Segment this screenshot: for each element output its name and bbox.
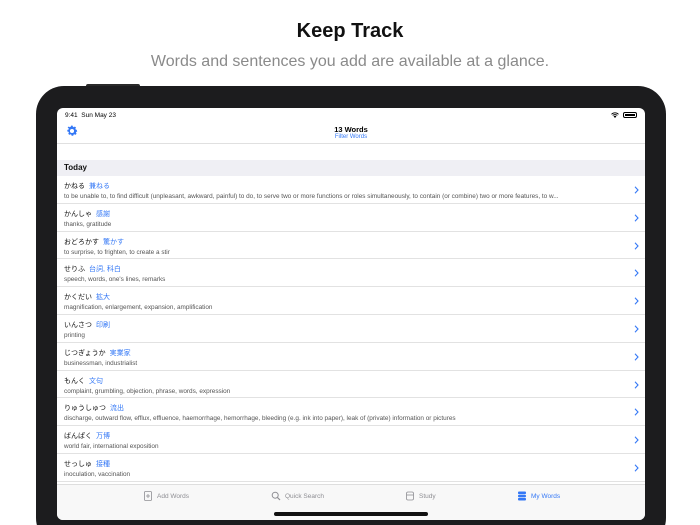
word-kanji: 流出 <box>110 405 124 413</box>
word-kana: せっしゅ <box>64 460 92 468</box>
word-heading: りゅうしゅつ 流出 <box>64 398 631 413</box>
word-kanji: 台詞, 科白 <box>89 266 121 274</box>
chevron-right-icon <box>634 353 639 361</box>
word-heading: じつぎょうか 実業家 <box>64 343 631 358</box>
chevron-right-icon <box>634 297 639 305</box>
word-kanji: 拡大 <box>96 294 110 302</box>
status-bar: 9:41 Sun May 23 <box>57 108 645 122</box>
search-icon <box>271 491 281 501</box>
word-kanji: 実業家 <box>109 349 131 357</box>
word-row[interactable]: じつぎょうか 実業家 businessman, industrialist <box>57 343 645 371</box>
status-time: 9:41 Sun May 23 <box>65 111 116 119</box>
chevron-right-icon <box>634 214 639 222</box>
word-row[interactable]: もんく 文句 complaint, grumbling, objection, ph… <box>57 371 645 399</box>
word-kanji: 兼ねる <box>89 183 110 190</box>
word-heading: おどろかす 驚かす <box>64 232 631 247</box>
wifi-icon <box>611 112 619 118</box>
chevron-right-icon <box>634 381 639 389</box>
tab-study[interactable]: Study <box>405 491 436 501</box>
word-kana: じつぎょうか <box>64 349 106 357</box>
word-heading: ばんぱく 万博 <box>64 426 631 441</box>
word-heading: いんさつ 印刷 <box>64 315 631 330</box>
word-meaning: speech, words, one's lines, remarks <box>64 276 166 284</box>
tab-my-words[interactable]: My Words <box>517 491 560 501</box>
word-kana: もんく <box>64 377 85 385</box>
word-kana: かねる <box>64 183 85 190</box>
word-kanji: 感謝 <box>96 210 110 218</box>
tab-quick-search[interactable]: Quick Search <box>271 491 324 501</box>
word-kanji: 万博 <box>96 433 110 441</box>
word-meaning: inoculation, vaccination <box>64 470 131 478</box>
tab-bar: Add Words Quick Search Study My Words <box>57 484 645 520</box>
word-kana: りゅうしゅつ <box>64 405 106 413</box>
word-heading: せりふ 台詞, 科白 <box>64 259 631 274</box>
tab-my-words-label: My Words <box>531 492 561 500</box>
chevron-right-icon <box>634 408 639 416</box>
word-heading: かねる 兼ねる <box>64 176 631 191</box>
word-kanji: 接種 <box>96 460 110 468</box>
chevron-right-icon <box>634 186 639 194</box>
word-heading: かくだい 拡大 <box>64 287 631 302</box>
stack-icon <box>518 491 526 501</box>
word-row[interactable]: りゅうしゅつ 流出 discharge, outward flow, efflux,… <box>57 398 645 427</box>
word-kanji: 文句 <box>89 377 103 385</box>
chevron-right-icon <box>634 464 639 472</box>
home-indicator <box>274 512 428 516</box>
word-meaning: discharge, outward flow, efflux, effluen… <box>64 415 456 423</box>
hero-subtitle: Words and sentences you add are availabl… <box>150 53 550 70</box>
word-meaning: businessman, industrialist <box>64 359 138 367</box>
word-heading: かんしゃ 感謝 <box>64 204 631 219</box>
word-row[interactable]: いんさつ 印刷 printing <box>57 315 645 343</box>
word-kanji: 驚かす <box>103 238 124 246</box>
word-row[interactable]: ばんぱく 万博 world fair, international expositi… <box>57 426 645 454</box>
nav-bar: 13 Words Filter Words <box>57 122 645 144</box>
app-screen: 9:41 Sun May 23 13 Words Filter Words To… <box>57 108 645 520</box>
chevron-right-icon <box>634 325 639 333</box>
word-meaning: to surprise, to frighten, to create a st… <box>64 248 170 256</box>
word-meaning: printing <box>64 331 85 339</box>
word-meaning: to be unable to, to find difficult (unpl… <box>64 193 559 200</box>
tab-add-words[interactable]: Add Words <box>143 491 189 501</box>
word-row[interactable]: かくだい 拡大 magnification, enlargement, expans… <box>57 287 645 315</box>
word-kana: いんさつ <box>64 321 92 329</box>
word-meaning: thanks, gratitude <box>64 220 112 228</box>
word-meaning: magnification, enlargement, expansion, a… <box>64 304 213 312</box>
word-row[interactable]: おどろかす 驚かす to surprise, to frighten, to cre… <box>57 232 645 260</box>
tab-study-label: Study <box>419 492 436 500</box>
word-kanji: 印刷 <box>96 321 110 329</box>
tab-quick-search-label: Quick Search <box>285 492 325 500</box>
word-heading: せっしゅ 接種 <box>64 454 631 469</box>
word-row[interactable]: かんしゃ 感謝 thanks, gratitude <box>57 204 645 232</box>
status-icons <box>611 112 637 118</box>
chevron-right-icon <box>634 269 639 277</box>
add-document-icon <box>144 491 152 501</box>
word-kana: おどろかす <box>64 238 99 246</box>
word-row[interactable]: せっしゅ 接種 inoculation, vaccination <box>57 454 645 482</box>
word-meaning: world fair, international exposition <box>64 443 159 451</box>
chevron-right-icon <box>634 242 639 250</box>
chevron-right-icon <box>634 436 639 444</box>
word-row[interactable]: かねる 兼ねる to be unable to, to find difficult… <box>57 176 645 204</box>
word-kana: ばんぱく <box>64 433 92 441</box>
word-list: Today かねる 兼ねる to be unable to, to find dif… <box>57 160 645 484</box>
nav-title: 13 Words <box>334 125 368 134</box>
filter-words-button[interactable]: Filter Words <box>57 134 645 140</box>
word-kana: かくだい <box>64 294 92 302</box>
battery-icon <box>623 112 637 118</box>
tab-add-words-label: Add Words <box>157 492 190 500</box>
word-kana: かんしゃ <box>64 210 92 218</box>
study-icon <box>406 491 414 501</box>
section-header-today: Today <box>57 160 645 176</box>
word-kana: せりふ <box>64 266 85 274</box>
hero-title: Keep Track <box>296 20 404 42</box>
word-row[interactable]: せりふ 台詞, 科白 speech, words, one's lines, rem… <box>57 259 645 288</box>
word-heading: もんく 文句 <box>64 371 631 386</box>
word-meaning: complaint, grumbling, objection, phrase,… <box>64 387 231 395</box>
